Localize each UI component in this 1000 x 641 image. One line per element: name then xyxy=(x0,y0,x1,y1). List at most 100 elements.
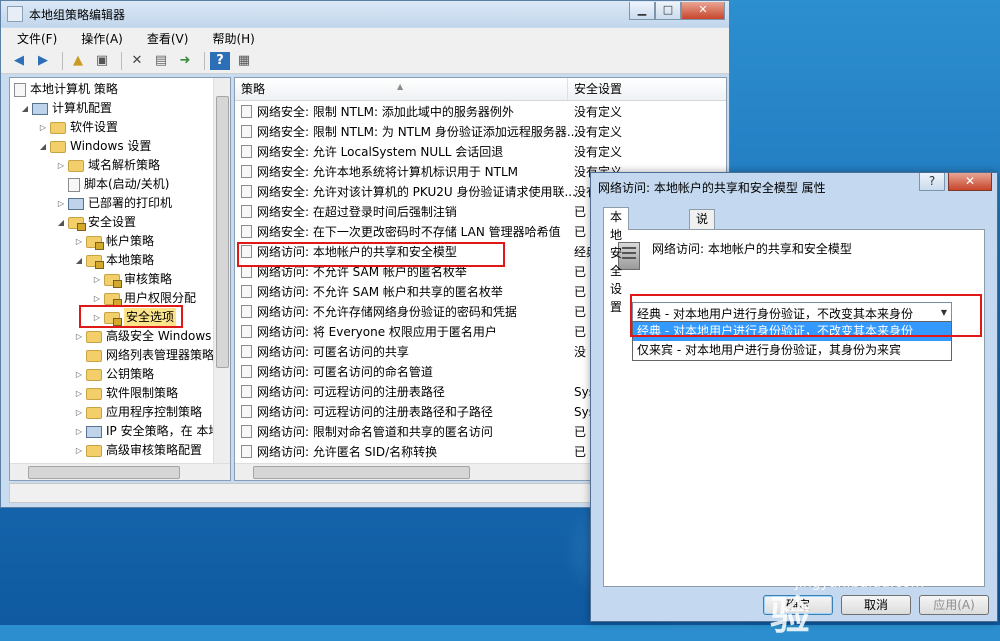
policy-doc-icon xyxy=(241,245,252,258)
folder-icon xyxy=(50,121,66,134)
column-header-policy[interactable]: 策略 ▲ xyxy=(235,78,568,100)
menu-action[interactable]: 操作(A) xyxy=(65,30,131,47)
collapsed-arrow-icon[interactable]: ▷ xyxy=(38,118,48,137)
scroll-thumb[interactable] xyxy=(216,96,229,368)
tree-node-advanced-firewall[interactable]: ▷ 高级安全 Windows F xyxy=(74,327,222,346)
expanded-arrow-icon[interactable]: ◢ xyxy=(38,137,48,156)
collapsed-arrow-icon[interactable]: ▷ xyxy=(74,403,84,422)
table-row[interactable]: 网络安全: 限制 NTLM: 为 NTLM 身份验证添加远程服务器... 没有定义 xyxy=(235,122,726,142)
forward-arrow-icon[interactable]: ▶ xyxy=(33,52,53,70)
folder-icon xyxy=(86,387,102,400)
collapsed-arrow-icon[interactable]: ▷ xyxy=(74,327,84,346)
tab-explain[interactable]: 说明 xyxy=(689,209,716,244)
tree-vertical-scrollbar[interactable] xyxy=(213,78,230,465)
toolbar-separator xyxy=(204,51,205,70)
tree-label: 用户权限分配 xyxy=(124,291,197,305)
expanded-arrow-icon[interactable]: ◢ xyxy=(56,213,66,232)
collapsed-arrow-icon[interactable]: ▷ xyxy=(92,308,102,327)
back-arrow-icon[interactable]: ◀ xyxy=(9,52,29,70)
tree-node-security-settings[interactable]: ◢ 安全设置 xyxy=(56,213,136,232)
tree-label-selected: 安全选项 xyxy=(124,308,177,327)
tree-node-scripts[interactable]: 脚本(启动/关机) xyxy=(68,175,169,194)
delete-icon[interactable]: ✕ xyxy=(127,52,147,70)
collapsed-arrow-icon[interactable]: ▷ xyxy=(74,384,84,403)
policy-name-cell: 网络访问: 可远程访问的注册表路径和子路径 xyxy=(257,405,493,419)
minimize-button[interactable]: ▁ xyxy=(629,2,655,20)
menu-view[interactable]: 查看(V) xyxy=(131,30,197,47)
scroll-thumb[interactable] xyxy=(28,466,180,479)
tree-node-user-rights[interactable]: ▷ 用户权限分配 xyxy=(92,289,196,308)
table-row[interactable]: 网络安全: 允许 LocalSystem NULL 会话回退 没有定义 xyxy=(235,142,726,162)
export-list-icon[interactable]: ➜ xyxy=(175,52,195,70)
collapsed-arrow-icon[interactable]: ▷ xyxy=(56,156,66,175)
ip-security-icon xyxy=(86,425,102,438)
tree-node-audit-policy[interactable]: ▷ 审核策略 xyxy=(92,270,172,289)
tree-node-computer-config[interactable]: ◢ 计算机配置 xyxy=(20,99,112,118)
tree-label: 安全设置 xyxy=(88,215,137,229)
policy-doc-icon xyxy=(241,265,252,278)
tree-node-ip-security[interactable]: ▷ IP 安全策略，在 本地 xyxy=(74,422,220,441)
dialog-close-button[interactable]: ✕ xyxy=(948,173,992,191)
tree-node-account-policies[interactable]: ▷ 帐户策略 xyxy=(74,232,154,251)
tree-node-deployed-printers[interactable]: ▷ 已部署的打印机 xyxy=(56,194,172,213)
tree-node-app-control[interactable]: ▷ 应用程序控制策略 xyxy=(74,403,202,422)
tree-node-dns-policy[interactable]: ▷ 域名解析策略 xyxy=(56,156,160,175)
policy-name-cell: 网络安全: 在超过登录时间后强制注销 xyxy=(257,205,457,219)
dropdown-options-list: 经典 - 对本地用户进行身份验证，不改变其本来身份 仅来宾 - 对本地用户进行身… xyxy=(632,321,952,361)
collapsed-arrow-icon[interactable]: ▷ xyxy=(56,194,66,213)
policy-name-cell: 网络安全: 限制 NTLM: 添加此域中的服务器例外 xyxy=(257,105,514,119)
menu-help[interactable]: 帮助(H) xyxy=(196,30,262,47)
window-titlebar[interactable]: 本地组策略编辑器 ▁ □ ✕ xyxy=(1,1,729,27)
close-button[interactable]: ✕ xyxy=(681,2,725,20)
policy-doc-icon xyxy=(241,325,252,338)
show-hide-tree-icon[interactable]: ▣ xyxy=(92,52,112,70)
dialog-help-button[interactable]: ? xyxy=(919,173,945,191)
dropdown-option-classic[interactable]: 经典 - 对本地用户进行身份验证，不改变其本来身份 xyxy=(633,322,951,341)
collapsed-arrow-icon[interactable]: ▷ xyxy=(74,232,84,251)
tree-node-advanced-audit[interactable]: ▷ 高级审核策略配置 xyxy=(74,441,202,460)
tab-local-security-setting[interactable]: 本地安全设置 xyxy=(603,207,630,314)
expanded-arrow-icon[interactable]: ◢ xyxy=(74,251,84,270)
security-setting-cell: 没有定义 xyxy=(574,145,623,159)
tree-node-software-restriction[interactable]: ▷ 软件限制策略 xyxy=(74,384,178,403)
folder-icon xyxy=(50,140,66,153)
help-icon[interactable]: ? xyxy=(210,51,230,70)
expanded-arrow-icon[interactable]: ◢ xyxy=(20,99,30,118)
collapsed-arrow-icon[interactable]: ▷ xyxy=(74,422,84,441)
dropdown-option-guest-only[interactable]: 仅来宾 - 对本地用户进行身份验证，其身份为来宾 xyxy=(633,341,951,360)
policy-name-cell: 网络安全: 限制 NTLM: 为 NTLM 身份验证添加远程服务器... xyxy=(257,125,579,139)
table-row[interactable]: 网络安全: 限制 NTLM: 添加此域中的服务器例外 没有定义 xyxy=(235,102,726,122)
security-setting-cell: 已 xyxy=(574,205,587,219)
collapsed-arrow-icon[interactable]: ▷ xyxy=(92,270,102,289)
tree-node-windows-settings[interactable]: ◢ Windows 设置 xyxy=(38,137,151,156)
sharing-model-dropdown[interactable]: 经典 - 对本地用户进行身份验证，不改变其本来身份 ▼ xyxy=(632,302,952,322)
tree-node-local-policies[interactable]: ◢ 本地策略 xyxy=(74,251,154,270)
policy-doc-icon xyxy=(14,82,26,97)
tree-node-security-options[interactable]: ▷ 安全选项 xyxy=(92,308,177,327)
security-setting-cell: 已 xyxy=(574,445,587,459)
policy-doc-icon xyxy=(241,445,252,458)
policy-name-cell: 网络访问: 限制对命名管道和共享的匿名访问 xyxy=(257,425,493,439)
tree-node-software-settings[interactable]: ▷ 软件设置 xyxy=(38,118,118,137)
collapsed-arrow-icon[interactable]: ▷ xyxy=(74,441,84,460)
policy-name-cell: 网络访问: 将 Everyone 权限应用于匿名用户 xyxy=(257,325,497,339)
up-folder-icon[interactable]: ▲ xyxy=(68,52,88,70)
tree-horizontal-scrollbar[interactable] xyxy=(10,463,230,480)
view-icon[interactable]: ▦ xyxy=(234,52,254,70)
security-folder-icon xyxy=(68,216,86,231)
chevron-down-icon[interactable]: ▼ xyxy=(941,308,947,317)
tree-node-root[interactable]: 本地计算机 策略 xyxy=(14,80,118,99)
menu-file[interactable]: 文件(F) xyxy=(1,30,65,47)
security-setting-cell: 没 xyxy=(574,345,587,359)
column-header-setting[interactable]: 安全设置 xyxy=(568,78,726,100)
tree-label: 软件设置 xyxy=(70,120,119,134)
tree-node-network-list[interactable]: 网络列表管理器策略 xyxy=(86,346,214,365)
tree-node-public-key[interactable]: ▷ 公钥策略 xyxy=(74,365,154,384)
baidu-watermark-url: jingyan.baidu.com xyxy=(795,575,925,591)
scroll-thumb[interactable] xyxy=(253,466,470,479)
maximize-button[interactable]: □ xyxy=(655,2,681,20)
collapsed-arrow-icon[interactable]: ▷ xyxy=(74,365,84,384)
collapsed-arrow-icon[interactable]: ▷ xyxy=(92,289,102,308)
policy-name-cell: 网络访问: 不允许存储网络身份验证的密码和凭据 xyxy=(257,305,517,319)
properties-icon[interactable]: ▤ xyxy=(151,52,171,70)
